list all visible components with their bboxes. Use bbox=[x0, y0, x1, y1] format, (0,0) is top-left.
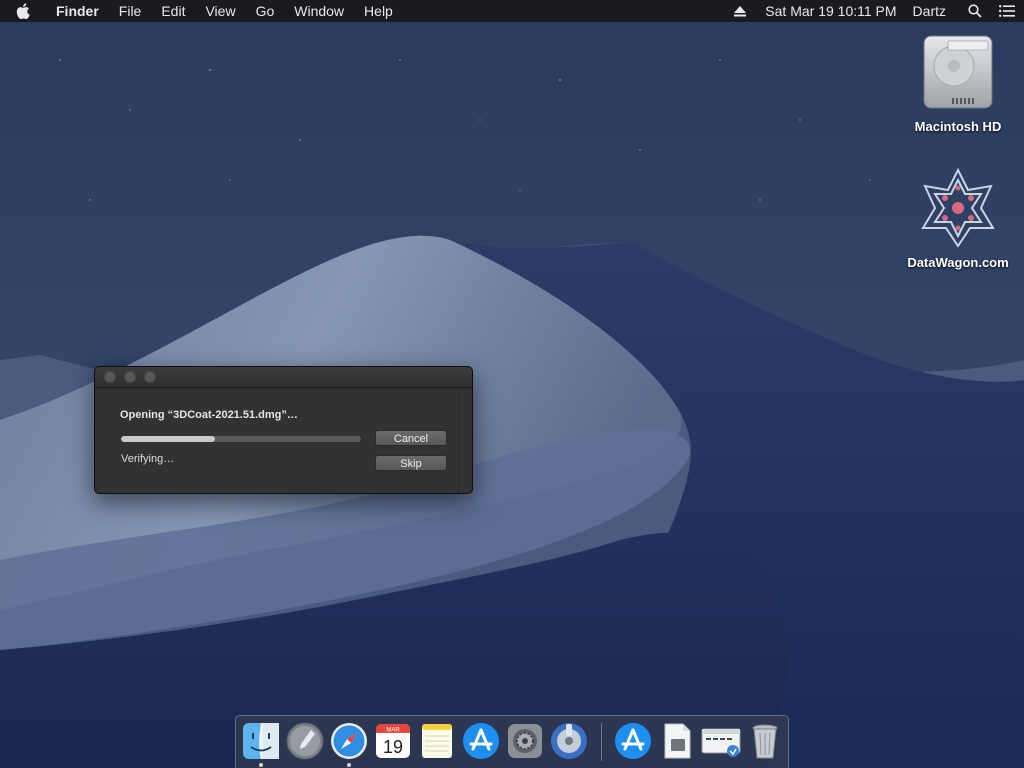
progress-fill bbox=[121, 436, 215, 442]
dock-separator bbox=[601, 723, 602, 761]
document-icon[interactable] bbox=[657, 721, 697, 761]
app-store-icon[interactable] bbox=[613, 721, 653, 761]
calendar-month-label: MAR bbox=[386, 728, 400, 734]
disk-utility-icon[interactable] bbox=[549, 721, 589, 761]
menu-bar-clock[interactable]: Sat Mar 19 10:11 PM bbox=[757, 3, 904, 19]
hard-drive-icon bbox=[923, 35, 993, 109]
opening-dmg-dialog: Opening “3DCoat-2021.51.dmg”… Verifying…… bbox=[94, 366, 473, 494]
safari-icon[interactable] bbox=[329, 721, 369, 761]
notes-icon[interactable] bbox=[417, 721, 457, 761]
menu-finder[interactable]: Finder bbox=[46, 0, 109, 22]
desktop-icon-datawagon[interactable]: DataWagon.com bbox=[898, 167, 1018, 270]
dock: MAR 19 bbox=[235, 715, 789, 768]
verification-progress-bar bbox=[121, 436, 361, 442]
close-window-button[interactable] bbox=[104, 371, 116, 383]
app-store-icon[interactable] bbox=[461, 721, 501, 761]
menu-window[interactable]: Window bbox=[284, 0, 354, 22]
zoom-window-button[interactable] bbox=[144, 371, 156, 383]
cancel-button[interactable]: Cancel bbox=[375, 430, 447, 446]
running-indicator bbox=[259, 763, 263, 767]
finder-icon[interactable] bbox=[241, 721, 281, 761]
dialog-titlebar[interactable] bbox=[95, 367, 472, 388]
menu-help[interactable]: Help bbox=[354, 0, 403, 22]
spotlight-search-icon[interactable] bbox=[960, 4, 990, 18]
menu-bar-user[interactable]: Dartz bbox=[905, 3, 960, 19]
menu-go[interactable]: Go bbox=[246, 0, 285, 22]
dialog-status: Verifying… bbox=[121, 453, 175, 465]
system-preferences-icon[interactable] bbox=[505, 721, 545, 761]
apple-menu-icon[interactable] bbox=[0, 0, 46, 22]
desktop-icon-label: Macintosh HD bbox=[914, 119, 1002, 134]
minimize-window-button[interactable] bbox=[124, 371, 136, 383]
launchpad-icon[interactable] bbox=[285, 721, 325, 761]
menu-view[interactable]: View bbox=[195, 0, 245, 22]
notification-center-icon[interactable] bbox=[990, 5, 1024, 17]
desktop-icon-macintosh-hd[interactable]: Macintosh HD bbox=[898, 32, 1018, 134]
calendar-icon[interactable]: MAR 19 bbox=[373, 721, 413, 761]
menu-edit[interactable]: Edit bbox=[151, 0, 195, 22]
dialog-divider bbox=[458, 389, 459, 493]
dmg-window-icon[interactable] bbox=[701, 721, 741, 761]
star-mandala-icon bbox=[921, 167, 995, 248]
menu-bar-status-area: Sat Mar 19 10:11 PM Dartz bbox=[723, 0, 1024, 22]
running-indicator bbox=[347, 763, 351, 767]
skip-button[interactable]: Skip bbox=[375, 455, 447, 471]
desktop-icon-label: DataWagon.com bbox=[907, 255, 1009, 270]
calendar-day-label: 19 bbox=[383, 737, 403, 757]
trash-icon[interactable] bbox=[745, 721, 785, 761]
menu-file[interactable]: File bbox=[109, 0, 152, 22]
eject-icon[interactable] bbox=[723, 5, 757, 17]
menu-bar: Finder File Edit View Go Window Help Sat… bbox=[0, 0, 1024, 22]
dialog-message: Opening “3DCoat-2021.51.dmg”… bbox=[120, 409, 298, 421]
